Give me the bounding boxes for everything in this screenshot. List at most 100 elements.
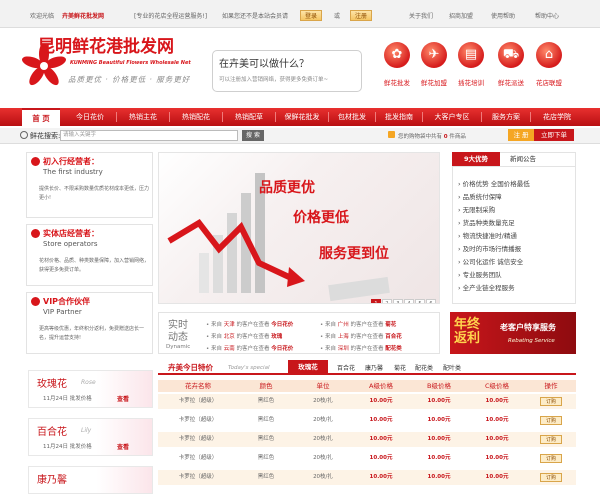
- cell-c: 10.00元: [485, 474, 509, 480]
- advantage-item: › 专业服务团队: [458, 271, 502, 279]
- nav-item-preserved[interactable]: 保鲜花批发: [276, 108, 328, 126]
- search-button[interactable]: 搜 索: [242, 130, 264, 141]
- box-title: 实体店经营者：: [43, 229, 99, 238]
- tab-rose[interactable]: 玫瑰花: [288, 360, 328, 375]
- nav-item-service[interactable]: 服务方案: [482, 108, 530, 126]
- flower-icon[interactable]: ✿: [384, 42, 410, 68]
- advantage-item: › 价格优势 全国价格最低: [458, 180, 530, 188]
- header-link-delivery[interactable]: 鲜花派送: [491, 77, 531, 87]
- banner-page-4[interactable]: 4: [404, 299, 414, 303]
- nav-item-price[interactable]: 今日花价: [64, 108, 116, 126]
- cell-c: 10.00元: [485, 398, 509, 404]
- advantage-item: › 物流快捷准时/精通: [458, 232, 517, 240]
- header-link-training[interactable]: 插花培训: [451, 77, 491, 87]
- order-button[interactable]: 订购: [540, 454, 562, 463]
- box-vip-partner[interactable]: VIP合作伙伴 VIP Partner 更高等级优惠，年终积分返利，免费赠送店长…: [26, 292, 153, 354]
- cell-b: 10.00元: [427, 417, 451, 423]
- header-link-join[interactable]: 鲜花加盟: [414, 77, 454, 87]
- flower-view-link[interactable]: 查看: [117, 394, 129, 403]
- cart-unit: 件商品: [449, 134, 466, 140]
- cell-b: 10.00元: [427, 474, 451, 480]
- register-button[interactable]: 注 册: [508, 129, 534, 141]
- tab-advantages[interactable]: 9大优势: [452, 152, 500, 166]
- promo-main-text: 老客户特享服务: [500, 323, 556, 332]
- cell-name[interactable]: 卡罗拉（超级）: [158, 413, 238, 428]
- realtime-title-en: Dynamic: [166, 344, 191, 350]
- order-button[interactable]: 订购: [540, 473, 562, 482]
- realtime-row: • 来自 北京 的客户在查看 玫瑰: [206, 334, 283, 340]
- order-button[interactable]: 订购: [540, 397, 562, 406]
- plane-icon[interactable]: ✈: [421, 42, 447, 68]
- banner-page-6[interactable]: 6: [426, 299, 436, 303]
- box-subtitle: Store operators: [43, 240, 98, 248]
- tab-filler-flowers[interactable]: 配花类: [412, 362, 436, 375]
- register-top-button[interactable]: 注册: [350, 10, 372, 21]
- search-label: 鲜花搜索:: [30, 132, 61, 140]
- column-header-price-a: A级价格: [352, 380, 410, 392]
- price-table-title-en: Today's special: [228, 365, 270, 371]
- logo-title: 昆明鲜花港批发网: [38, 37, 174, 57]
- intro-text: 可以注册加入营销网络，获得更多免费订单~: [219, 77, 329, 83]
- cell-color: 黑红色: [257, 398, 275, 404]
- cell-c: 10.00元: [485, 436, 509, 442]
- cell-name[interactable]: 卡罗拉（超级）: [158, 394, 238, 409]
- tab-filler-leaves[interactable]: 配叶类: [440, 362, 464, 375]
- header-link-wholesale[interactable]: 鲜花批发: [377, 77, 417, 87]
- link-about[interactable]: 关于我们: [409, 11, 433, 20]
- realtime-row: • 来自 天津 的客户在查看 今日花价: [206, 322, 294, 328]
- box-subtitle: The first industry: [43, 168, 103, 176]
- nav-item-hot-match[interactable]: 热销配花: [170, 108, 222, 126]
- order-button[interactable]: 订购: [540, 435, 562, 444]
- cart-icon[interactable]: ⛟: [498, 42, 524, 68]
- link-help[interactable]: 使用帮助: [491, 11, 515, 20]
- shop-icon[interactable]: ⌂: [536, 42, 562, 68]
- bullet-icon: [31, 297, 40, 306]
- banner-page-1[interactable]: 1: [371, 299, 381, 303]
- box-first-industry[interactable]: 初入行经营者： The first industry 提供长价、不限采购数量优质…: [26, 152, 153, 218]
- link-join[interactable]: 招商加盟: [449, 11, 473, 20]
- nav-item-packaging[interactable]: 包材批发: [329, 108, 375, 126]
- banner-page-3[interactable]: 3: [393, 299, 403, 303]
- nav-item-vip[interactable]: 大客户专区: [423, 108, 481, 126]
- realtime-row: • 来自 深圳 的客户在查看 配花类: [320, 346, 402, 352]
- header-link-alliance[interactable]: 花店联盟: [529, 77, 569, 87]
- flower-box-carnation[interactable]: 康乃馨: [28, 466, 153, 494]
- cell-b: 10.00元: [427, 436, 451, 442]
- flower-box-lily[interactable]: 百合花 Lily 11月24日 批发价格 查看: [28, 418, 153, 456]
- link-help-center[interactable]: 帮助中心: [535, 11, 559, 20]
- nav-item-guide[interactable]: 批发指南: [376, 108, 422, 126]
- nav-item-hot-main[interactable]: 热销主花: [117, 108, 169, 126]
- order-now-button[interactable]: 立即下单: [534, 129, 574, 141]
- order-button[interactable]: 订购: [540, 416, 562, 425]
- nav-item-hot-grass[interactable]: 热销配草: [223, 108, 275, 126]
- cell-a: 10.00元: [369, 436, 393, 442]
- flower-box-rose[interactable]: 玫瑰花 Rose 11月24日 批发价格 查看: [28, 370, 153, 408]
- banner-page-5[interactable]: 5: [415, 299, 425, 303]
- hero-banner[interactable]: 品质更优 价格更低 服务更到位 1 2 3 4 5 6: [158, 152, 440, 304]
- rebate-promo-banner[interactable]: 年终返利 老客户特享服务 Rebating Service: [450, 312, 576, 354]
- cell-name[interactable]: 卡罗拉（超级）: [158, 432, 238, 447]
- banner-line-2: 价格更低: [293, 210, 349, 226]
- tab-news[interactable]: 新闻公告: [503, 152, 543, 166]
- box-subtitle: VIP Partner: [43, 308, 82, 316]
- cell-c: 10.00元: [485, 417, 509, 423]
- search-input[interactable]: 请输入关键字: [60, 130, 238, 141]
- realtime-title-2: 动态: [168, 332, 188, 343]
- book-icon[interactable]: ▤: [458, 42, 484, 68]
- banner-page-2[interactable]: 2: [382, 299, 392, 303]
- tab-lily[interactable]: 百合花: [334, 362, 358, 375]
- cell-a: 10.00元: [369, 455, 393, 461]
- box-store-operators[interactable]: 实体店经营者： Store operators 花材价格、品质、种类数量保障，加…: [26, 224, 153, 286]
- tab-carnation[interactable]: 康乃馨: [362, 362, 386, 375]
- flower-view-link[interactable]: 查看: [117, 442, 129, 451]
- flower-en: Rose: [81, 379, 96, 386]
- nav-item-academy[interactable]: 花店学院: [531, 108, 583, 126]
- cell-name[interactable]: 卡罗拉（超级）: [158, 451, 238, 466]
- cell-unit: 20枝/扎: [313, 417, 333, 423]
- cell-color: 黑红色: [257, 455, 275, 461]
- nav-item-home[interactable]: 首 页: [22, 108, 60, 126]
- cell-name[interactable]: 卡罗拉（超级）: [158, 470, 238, 485]
- login-button[interactable]: 登录: [300, 10, 322, 21]
- cell-unit: 20枝/扎: [313, 398, 333, 404]
- tab-chrysanthemum[interactable]: 菊花: [390, 362, 410, 375]
